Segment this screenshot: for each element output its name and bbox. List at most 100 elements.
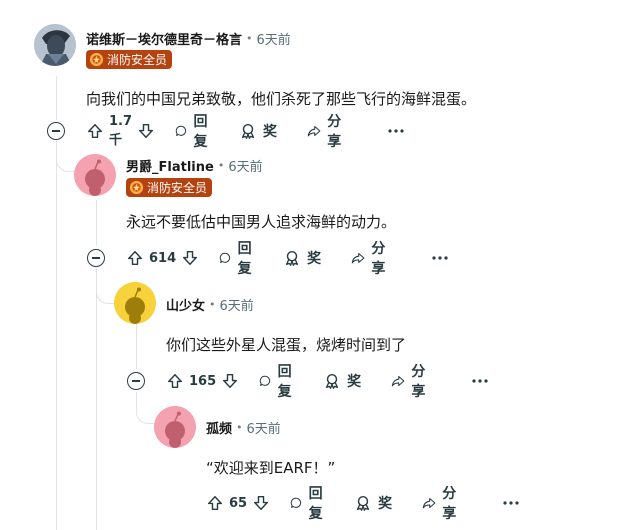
comment-action-bar: 1.7千 回复 奖 分享 (86, 114, 405, 150)
reply-button[interactable]: 回复 (290, 483, 328, 523)
upvote-arrow-icon (87, 123, 103, 139)
separator-dot: • (209, 298, 216, 311)
ellipsis-icon (388, 129, 404, 133)
speech-bubble-icon (220, 252, 231, 263)
speech-bubble-icon (175, 125, 187, 136)
award-button[interactable]: 奖 (239, 121, 277, 141)
share-label: 分享 (442, 486, 457, 522)
share-arrow-icon (422, 497, 436, 509)
comment-action-bar: 165 回复 奖 分享 (166, 364, 489, 400)
downvote-arrow-icon (183, 250, 198, 266)
thread-line-level-2-continue (96, 268, 97, 530)
reply-button[interactable]: 回复 (259, 361, 297, 401)
award-label: 奖 (307, 251, 322, 267)
speech-bubble-icon (290, 497, 302, 508)
thread-line-level-3 (136, 324, 137, 369)
firefighter-badge-icon (129, 180, 144, 195)
share-label: 分享 (411, 364, 426, 400)
comment-body: 永远不要低估中国男人追求海鲜的动力。 (126, 213, 397, 231)
comment-timestamp[interactable]: 6天前 (220, 295, 254, 314)
upvote-arrow-icon (127, 250, 143, 266)
comment-timestamp[interactable]: 6天前 (257, 29, 291, 48)
upvote-button[interactable] (206, 494, 224, 512)
snoo-avatar-icon (154, 406, 196, 448)
snoo-avatar-icon (74, 154, 116, 196)
more-options-button[interactable] (431, 255, 449, 261)
comment-body: 你们这些外星人混蛋，烧烤时间到了 (166, 336, 407, 354)
upvote-button[interactable] (166, 372, 184, 390)
speech-bubble-icon (260, 375, 271, 386)
collapse-thread-button[interactable] (87, 249, 105, 267)
downvote-button[interactable] (137, 122, 155, 140)
upvote-arrow-icon (207, 495, 223, 511)
avatar[interactable] (114, 282, 156, 324)
upvote-button[interactable] (126, 249, 144, 267)
ellipsis-icon (472, 379, 488, 383)
vote-count: 1.7千 (109, 114, 133, 148)
upvote-button[interactable] (86, 122, 104, 140)
ellipsis-icon (432, 256, 448, 260)
alien-avatar-icon (34, 24, 76, 66)
award-label: 奖 (378, 496, 393, 512)
downvote-button[interactable] (181, 249, 199, 267)
more-options-button[interactable] (387, 128, 405, 134)
share-button[interactable]: 分享 (351, 238, 391, 278)
flair-label: 消防安全员 (107, 53, 168, 67)
ellipsis-icon (503, 501, 519, 505)
downvote-button[interactable] (221, 372, 239, 390)
vote-count: 614 (149, 250, 177, 266)
downvote-arrow-icon (254, 495, 269, 511)
award-button[interactable]: 奖 (283, 248, 321, 268)
comment-action-bar: 65 回复 奖 分享 (206, 486, 520, 522)
thread-line-level-2 (96, 200, 97, 245)
avatar[interactable] (74, 154, 116, 196)
reply-label: 回复 (277, 364, 292, 400)
flair-label: 消防安全员 (147, 181, 208, 195)
downvote-arrow-icon (223, 373, 238, 389)
comment-body: “欢迎来到EARF！” (206, 459, 336, 477)
thread-line-level-1 (56, 76, 57, 120)
share-arrow-icon (391, 375, 405, 387)
reply-button[interactable]: 回复 (175, 111, 213, 151)
award-button[interactable]: 奖 (354, 493, 392, 513)
share-button[interactable]: 分享 (391, 361, 431, 401)
award-ribbon-icon (326, 373, 339, 389)
comment-action-bar: 614 回复 奖 分享 (126, 241, 449, 277)
award-ribbon-icon (286, 250, 299, 266)
comment-body: 向我们的中国兄弟致敬，他们杀死了那些飞行的海鲜混蛋。 (86, 90, 477, 108)
more-options-button[interactable] (502, 500, 520, 506)
downvote-arrow-icon (139, 123, 154, 139)
share-button[interactable]: 分享 (307, 111, 347, 151)
award-label: 奖 (263, 124, 278, 140)
award-label: 奖 (347, 374, 362, 390)
separator-dot: • (236, 421, 243, 434)
separator-dot: • (217, 159, 225, 172)
comment-timestamp[interactable]: 6天前 (247, 418, 281, 437)
avatar[interactable] (34, 24, 76, 66)
collapse-thread-button[interactable] (47, 122, 65, 140)
snoo-avatar-icon (114, 282, 156, 324)
downvote-button[interactable] (252, 494, 270, 512)
award-ribbon-icon (241, 123, 255, 139)
comment-author[interactable]: 男爵_Flatline (126, 156, 214, 175)
comment-author[interactable]: 山少女 (166, 295, 205, 314)
reply-label: 回复 (308, 486, 323, 522)
avatar[interactable] (154, 406, 196, 448)
comment-author[interactable]: 诺维斯－埃尔德里奇－格言 (86, 29, 242, 48)
share-button[interactable]: 分享 (422, 483, 462, 523)
more-options-button[interactable] (471, 378, 489, 384)
award-ribbon-icon (357, 495, 370, 511)
vote-count: 165 (189, 373, 217, 389)
collapse-thread-button[interactable] (127, 372, 145, 390)
comment-timestamp[interactable]: 6天前 (228, 156, 262, 175)
reply-button[interactable]: 回复 (219, 238, 257, 278)
reply-label: 回复 (193, 114, 208, 150)
comment-author[interactable]: 孤频 (206, 418, 232, 437)
reply-label: 回复 (237, 241, 252, 277)
user-flair: 消防安全员 (126, 178, 213, 197)
award-button[interactable]: 奖 (323, 371, 361, 391)
share-arrow-icon (307, 125, 321, 137)
share-label: 分享 (371, 241, 386, 277)
separator-dot: • (246, 32, 253, 45)
upvote-arrow-icon (167, 373, 183, 389)
